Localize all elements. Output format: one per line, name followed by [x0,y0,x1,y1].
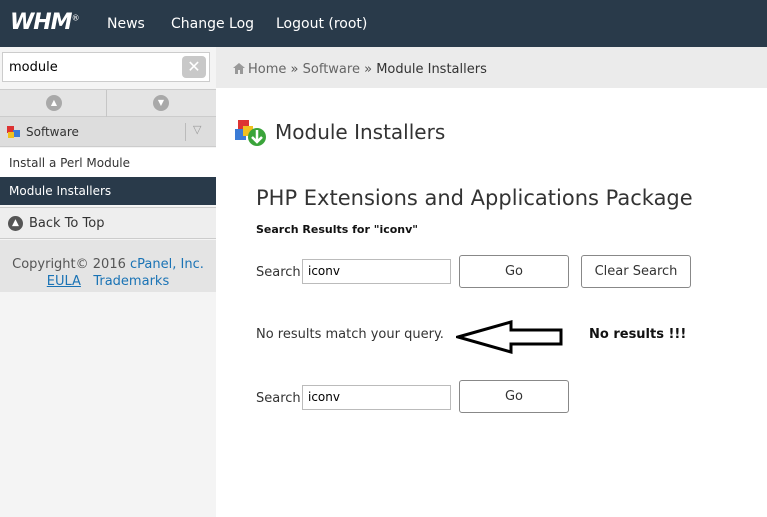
module-installers-icon [235,120,266,146]
sidebar-category-software[interactable]: Software ▽ [0,117,216,147]
whm-logo[interactable]: WHM® [10,10,80,35]
sidebar-item-install-perl-module[interactable]: Install a Perl Module [0,148,216,177]
go-button-bottom[interactable]: Go [459,380,569,413]
breadcrumb-software[interactable]: Software [303,62,360,77]
annotation-text: No results !!! [589,327,687,342]
nav-logout[interactable]: Logout (root) [276,16,367,32]
breadcrumb-current: Module Installers [376,62,487,77]
sidebar-search-input[interactable]: module ✕ [2,52,210,82]
breadcrumb: Home » Software » Module Installers [216,47,767,88]
scroll-down-icon[interactable]: ▼ [153,95,169,111]
section-heading: PHP Extensions and Applications Package [256,186,693,210]
nav-change-log[interactable]: Change Log [171,16,254,32]
chevron-down-icon[interactable]: ▽ [193,123,201,136]
trademarks-link[interactable]: Trademarks [93,274,169,289]
search-results-heading: Search Results for "iconv" [256,223,419,236]
clear-search-icon[interactable]: ✕ [182,56,206,78]
arrow-left-icon [456,320,563,354]
go-button[interactable]: Go [459,255,569,288]
eula-link[interactable]: EULA [47,274,81,289]
divider [185,123,186,141]
cpanel-link[interactable]: cPanel, Inc. [130,257,204,272]
search-label: Search [256,265,301,280]
top-bar: WHM® News Change Log Logout (root) [0,0,767,47]
scroll-up-icon[interactable]: ▲ [46,95,62,111]
breadcrumb-home[interactable]: Home [248,62,286,77]
sidebar: module ✕ ▲ ▼ Software ▽ Install a Perl M… [0,47,216,517]
sidebar-scroll-controls: ▲ ▼ [0,89,216,118]
divider [106,90,107,118]
search-label: Search [256,391,301,406]
no-results-message: No results match your query. [256,327,444,342]
main-content: Module Installers PHP Extensions and App… [216,88,767,517]
back-to-top-button[interactable]: ▲ Back To Top [0,207,216,239]
search-input[interactable]: iconv [302,259,451,284]
arrow-up-icon: ▲ [8,216,23,231]
home-icon [233,63,245,74]
copyright: Copyright© 2016 cPanel, Inc. EULA Tradem… [0,240,216,292]
software-cubes-icon [7,126,20,138]
sidebar-item-module-installers[interactable]: Module Installers [0,177,216,205]
page-title: Module Installers [275,120,446,144]
search-input-bottom[interactable]: iconv [302,385,451,410]
nav-news[interactable]: News [107,16,145,32]
clear-search-button[interactable]: Clear Search [581,255,691,288]
